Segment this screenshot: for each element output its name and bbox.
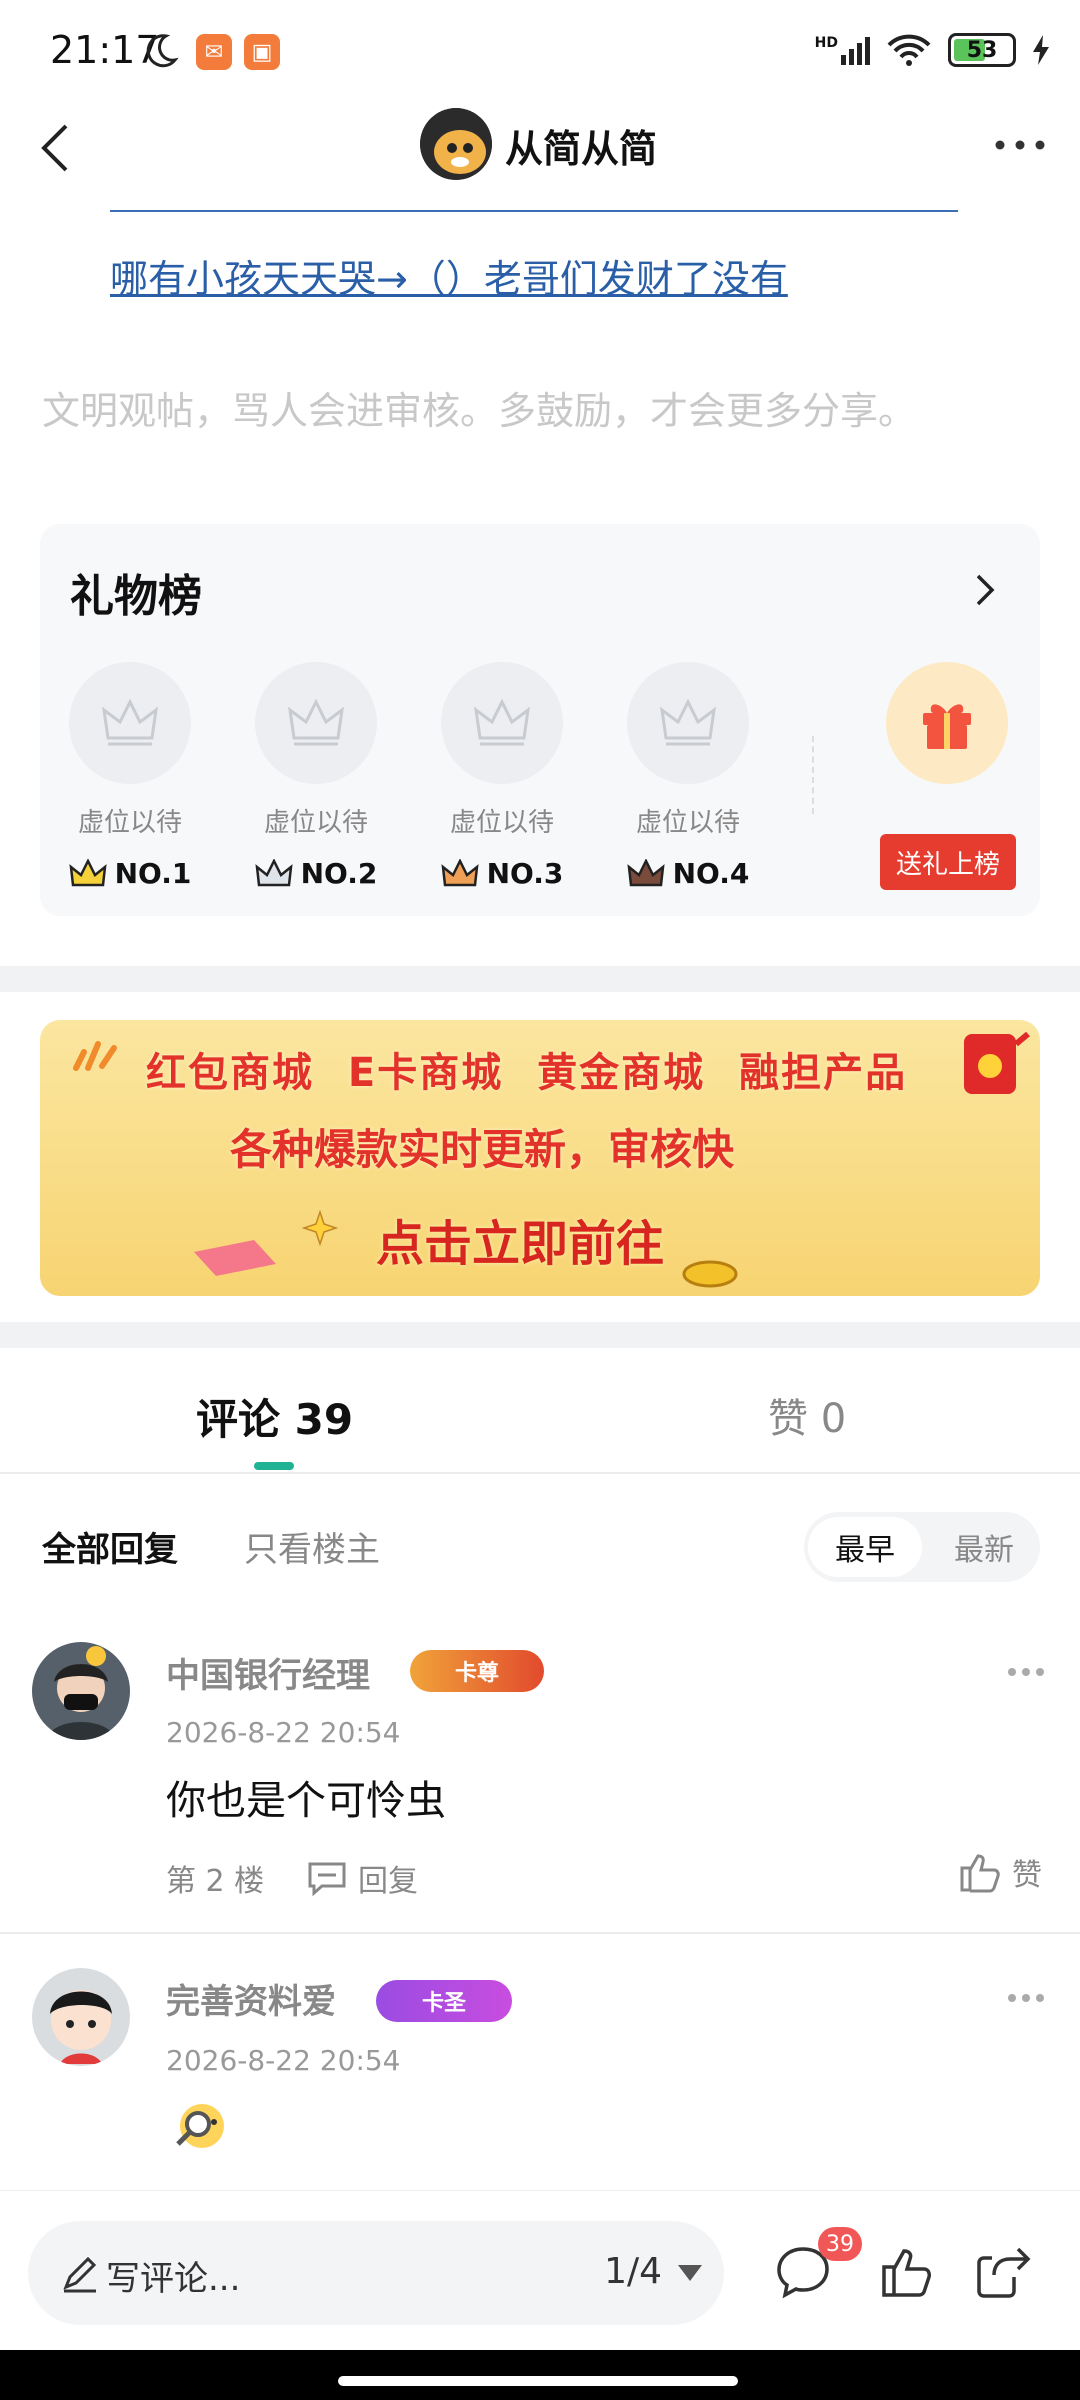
reply-label: 回复	[358, 1864, 418, 1899]
crown-placeholder-icon	[441, 662, 563, 784]
battery-icon: 53	[948, 33, 1016, 67]
home-indicator[interactable]	[338, 2376, 738, 2386]
app-notification-icon: ▣	[244, 34, 280, 70]
coin-icon	[682, 1260, 738, 1288]
comment-floor: 第 2 楼	[166, 1864, 265, 1899]
tab-comments[interactable]: 评论 39	[196, 1386, 353, 1447]
section-divider	[0, 1322, 1080, 1348]
gift-slot[interactable]: 虚位以待 NO.1	[68, 662, 192, 890]
network-type: HD	[814, 35, 838, 51]
tab-likes[interactable]: 赞 0	[768, 1386, 846, 1444]
chevron-right-icon[interactable]	[970, 572, 1000, 608]
caret-down-icon[interactable]	[678, 2265, 702, 2281]
silver-crown-icon	[255, 858, 293, 886]
send-gift-button[interactable]: 送礼上榜	[880, 834, 1016, 890]
like-button[interactable]: 赞	[958, 1850, 1042, 1894]
status-bar: 21:17 ✉ ▣ HD 53	[0, 0, 1080, 100]
slot-label: 虚位以待	[635, 808, 740, 838]
comment-more-icon[interactable]	[1006, 1666, 1046, 1678]
divider	[0, 1932, 1080, 1934]
rank-text: NO.4	[672, 857, 750, 890]
red-envelope-icon	[964, 1031, 1030, 1094]
slot-label: 虚位以待	[263, 808, 368, 838]
charging-icon	[1033, 35, 1049, 65]
comment-count-badge: 39	[818, 2227, 862, 2261]
reply-button[interactable]: 回复	[306, 1856, 418, 1900]
reply-icon	[308, 1862, 346, 1896]
avatar[interactable]	[32, 1968, 130, 2066]
banknote-icon	[194, 1240, 276, 1276]
gift-slot[interactable]: 虚位以待 NO.2	[254, 662, 378, 890]
divider	[0, 1472, 1080, 1474]
banner-line-2: 各种爆款实时更新，审核快	[230, 1125, 735, 1174]
battery-level: 53	[966, 37, 998, 63]
comment-author[interactable]: 中国银行经理	[166, 1648, 370, 1697]
filter-host-only[interactable]: 只看楼主	[244, 1522, 380, 1571]
post-link[interactable]: 哪有小孩天天哭→（）老哥们发财了没有	[110, 248, 788, 303]
comment-time: 2026-8-22 20:54	[166, 1716, 401, 1749]
star-icon	[302, 1210, 338, 1246]
avatar[interactable]	[32, 1642, 130, 1740]
thumbs-up-icon	[960, 1854, 1000, 1893]
sparkle-icon	[73, 1041, 117, 1071]
banner-line-3: 点击立即前往	[376, 1216, 665, 1272]
rank-text: NO.2	[300, 857, 378, 890]
comment-time: 2026-8-22 20:54	[166, 2044, 401, 2077]
tab-indicator	[254, 1462, 294, 1470]
app-notification-icon: ✉	[196, 34, 232, 70]
bottom-bar: 写评论... 1/4 39	[0, 2190, 1080, 2350]
pen-icon	[63, 2256, 97, 2293]
banner-line-1: 红包商城 E卡商城 黄金商城 融担产品	[146, 1050, 908, 1096]
crown-placeholder-icon	[69, 662, 191, 784]
author-avatar[interactable]	[420, 108, 492, 180]
page-title[interactable]: 从简从简	[505, 118, 657, 173]
civility-notice: 文明观帖，骂人会进审核。多鼓励，才会更多分享。	[42, 389, 917, 433]
rank-text: NO.1	[114, 857, 192, 890]
sort-earliest-button[interactable]: 最早	[808, 1517, 922, 1577]
comment-placeholder: 写评论...	[106, 2259, 241, 2299]
slot-rank: NO.1	[68, 857, 192, 890]
magnifier-emoji-icon	[176, 2104, 224, 2148]
more-menu-icon[interactable]	[990, 130, 1050, 160]
sort-newest-button[interactable]: 最新	[932, 1517, 1036, 1577]
section-divider	[0, 966, 1080, 992]
crown-placeholder-icon	[255, 662, 377, 784]
comment-author[interactable]: 完善资料爱	[166, 1974, 336, 2023]
slot-rank: NO.2	[254, 857, 378, 890]
gift-separator	[812, 736, 814, 814]
filter-all-replies[interactable]: 全部回复	[42, 1522, 178, 1571]
moon-icon	[146, 34, 179, 68]
slot-rank: NO.4	[626, 857, 750, 890]
home-indicator-bar	[0, 2350, 1080, 2400]
comment-more-icon[interactable]	[1006, 1992, 1046, 2004]
signal-icon: HD	[815, 35, 870, 65]
bronze-crown-icon	[441, 858, 479, 886]
level-badge: 卡尊	[410, 1650, 544, 1692]
comment-input[interactable]: 写评论... 1/4	[28, 2221, 724, 2325]
divider	[110, 210, 958, 212]
level-badge: 卡圣	[376, 1980, 512, 2022]
share-icon[interactable]	[974, 2243, 1032, 2301]
wifi-icon	[887, 34, 931, 66]
slot-label: 虚位以待	[449, 808, 554, 838]
promo-banner[interactable]: 红包商城 E卡商城 黄金商城 融担产品 各种爆款实时更新，审核快 点击立即前往	[40, 1020, 1040, 1296]
gift-board-title: 礼物榜	[70, 571, 202, 622]
rank-text: NO.3	[486, 857, 564, 890]
gift-slot[interactable]: 虚位以待 NO.3	[440, 662, 564, 890]
slot-label: 虚位以待	[77, 808, 182, 838]
gift-board: 礼物榜 虚位以待 NO.1 虚位以待 NO.2 虚位以待 NO.3 虚位以待 N…	[40, 524, 1040, 916]
slot-rank: NO.3	[440, 857, 564, 890]
gold-crown-icon	[69, 858, 107, 886]
status-right: HD 53	[815, 28, 1050, 72]
like-label: 赞	[1012, 1858, 1042, 1893]
crown-placeholder-icon	[627, 662, 749, 784]
back-arrow-icon[interactable]	[26, 118, 86, 178]
gift-slot[interactable]: 虚位以待 NO.4	[626, 662, 750, 890]
comment-text: 你也是个可怜虫	[166, 1778, 446, 1824]
dark-crown-icon	[627, 858, 665, 886]
gift-box-icon[interactable]	[886, 662, 1008, 784]
sort-toggle: 最早 最新	[804, 1512, 1040, 1582]
thumbs-up-icon[interactable]	[878, 2243, 936, 2301]
page-indicator[interactable]: 1/4	[604, 2251, 662, 2292]
